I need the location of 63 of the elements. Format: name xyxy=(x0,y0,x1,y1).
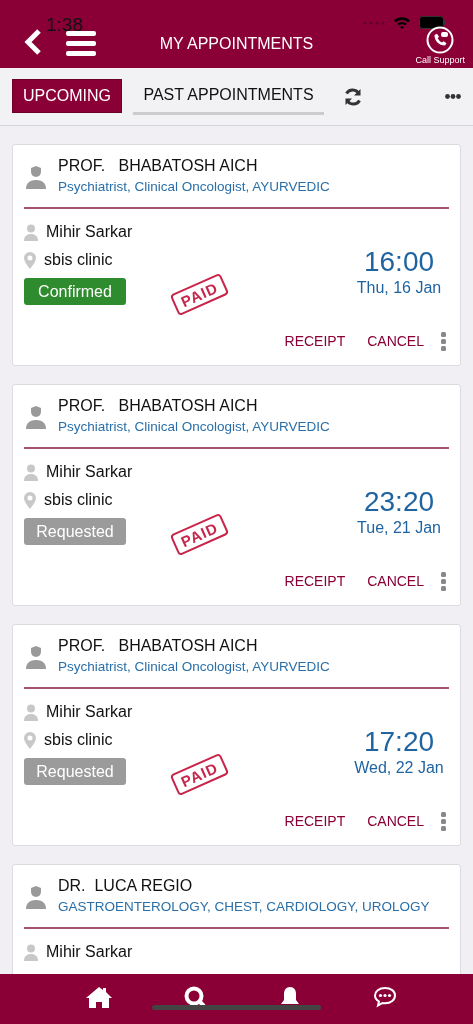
menu-icon[interactable] xyxy=(66,31,96,56)
location-icon xyxy=(24,251,36,269)
refresh-icon[interactable] xyxy=(343,86,363,107)
person-icon xyxy=(24,943,38,961)
chat-icon[interactable] xyxy=(372,986,397,1008)
appointment-date: Tue, 21 Jan xyxy=(357,519,441,537)
paid-stamp: PAID xyxy=(169,512,230,557)
person-icon xyxy=(24,223,38,241)
paid-stamp: PAID xyxy=(169,752,230,797)
appointment-time: 23:20 xyxy=(363,485,435,519)
kebab-menu-icon[interactable] xyxy=(441,811,446,831)
location-icon xyxy=(24,491,36,509)
doctor-icon xyxy=(24,404,48,429)
patient-name: Mihir Sarkar xyxy=(46,223,133,241)
page-title: MY APPOINTMENTS xyxy=(158,35,315,53)
kebab-menu-icon[interactable] xyxy=(441,331,446,351)
appointment-date: Thu, 16 Jan xyxy=(356,279,442,297)
signal-icon xyxy=(363,20,385,25)
tab[interactable]: UPCOMING xyxy=(12,78,122,113)
location-icon xyxy=(24,731,36,749)
back-icon[interactable] xyxy=(24,29,42,55)
patient-name: Mihir Sarkar xyxy=(46,703,133,721)
status-badge: Requested xyxy=(24,758,126,785)
doctor-name: DR. LUCA REGIO xyxy=(58,876,194,896)
doctor-specialty: Psychiatrist, Clinical Oncologist, AYURVEDIC xyxy=(58,178,330,196)
call-support-button[interactable]: Call Support xyxy=(415,26,465,65)
clinic-name: sbis clinic xyxy=(44,731,113,749)
wifi-icon xyxy=(393,16,411,29)
status-badge: Requested xyxy=(24,518,126,545)
search-icon[interactable] xyxy=(184,986,207,1008)
cancel-link[interactable]: CANCEL xyxy=(356,329,435,353)
receipt-link[interactable]: RECEIPT xyxy=(273,809,357,833)
appointment-time: 16:00 xyxy=(363,245,435,279)
doctor-name: PROF. BHABATOSH AICH xyxy=(58,396,259,416)
receipt-link[interactable]: RECEIPT xyxy=(273,329,357,353)
doctor-name: PROF. BHABATOSH AICH xyxy=(58,156,259,176)
receipt-link[interactable]: RECEIPT xyxy=(273,569,357,593)
person-icon xyxy=(24,703,38,721)
doctor-icon xyxy=(24,884,48,909)
battery-icon xyxy=(419,16,447,29)
appointment-time: 17:20 xyxy=(363,725,435,759)
person-icon xyxy=(24,463,38,481)
doctor-icon xyxy=(24,164,48,189)
doctor-name: PROF. BHABATOSH AICH xyxy=(58,636,259,656)
doctor-icon xyxy=(24,644,48,669)
doctor-specialty: Psychiatrist, Clinical Oncologist, AYURVEDIC xyxy=(58,658,330,676)
kebab-menu-icon[interactable] xyxy=(441,571,446,591)
status-badge: Confirmed xyxy=(24,278,126,305)
paid-stamp: PAID xyxy=(169,272,230,317)
home-icon[interactable] xyxy=(86,986,113,1008)
status-time: 1:38 xyxy=(46,14,83,36)
cancel-link[interactable]: CANCEL xyxy=(356,809,435,833)
patient-name: Mihir Sarkar xyxy=(46,463,133,481)
tab[interactable]: PAST APPOINTMENTS xyxy=(133,78,324,115)
doctor-specialty: GASTROENTEROLOGY, CHEST, CARDIOLOGY, UROLOGY xyxy=(58,898,430,916)
clinic-name: sbis clinic xyxy=(44,251,113,269)
appointment-date: Wed, 22 Jan xyxy=(354,759,444,777)
doctor-specialty: Psychiatrist, Clinical Oncologist, AYURVEDIC xyxy=(58,418,330,436)
cancel-link[interactable]: CANCEL xyxy=(356,569,435,593)
clinic-name: sbis clinic xyxy=(44,491,113,509)
patient-name: Mihir Sarkar xyxy=(46,943,133,961)
phone-icon xyxy=(426,26,455,54)
more-icon[interactable] xyxy=(445,94,461,99)
